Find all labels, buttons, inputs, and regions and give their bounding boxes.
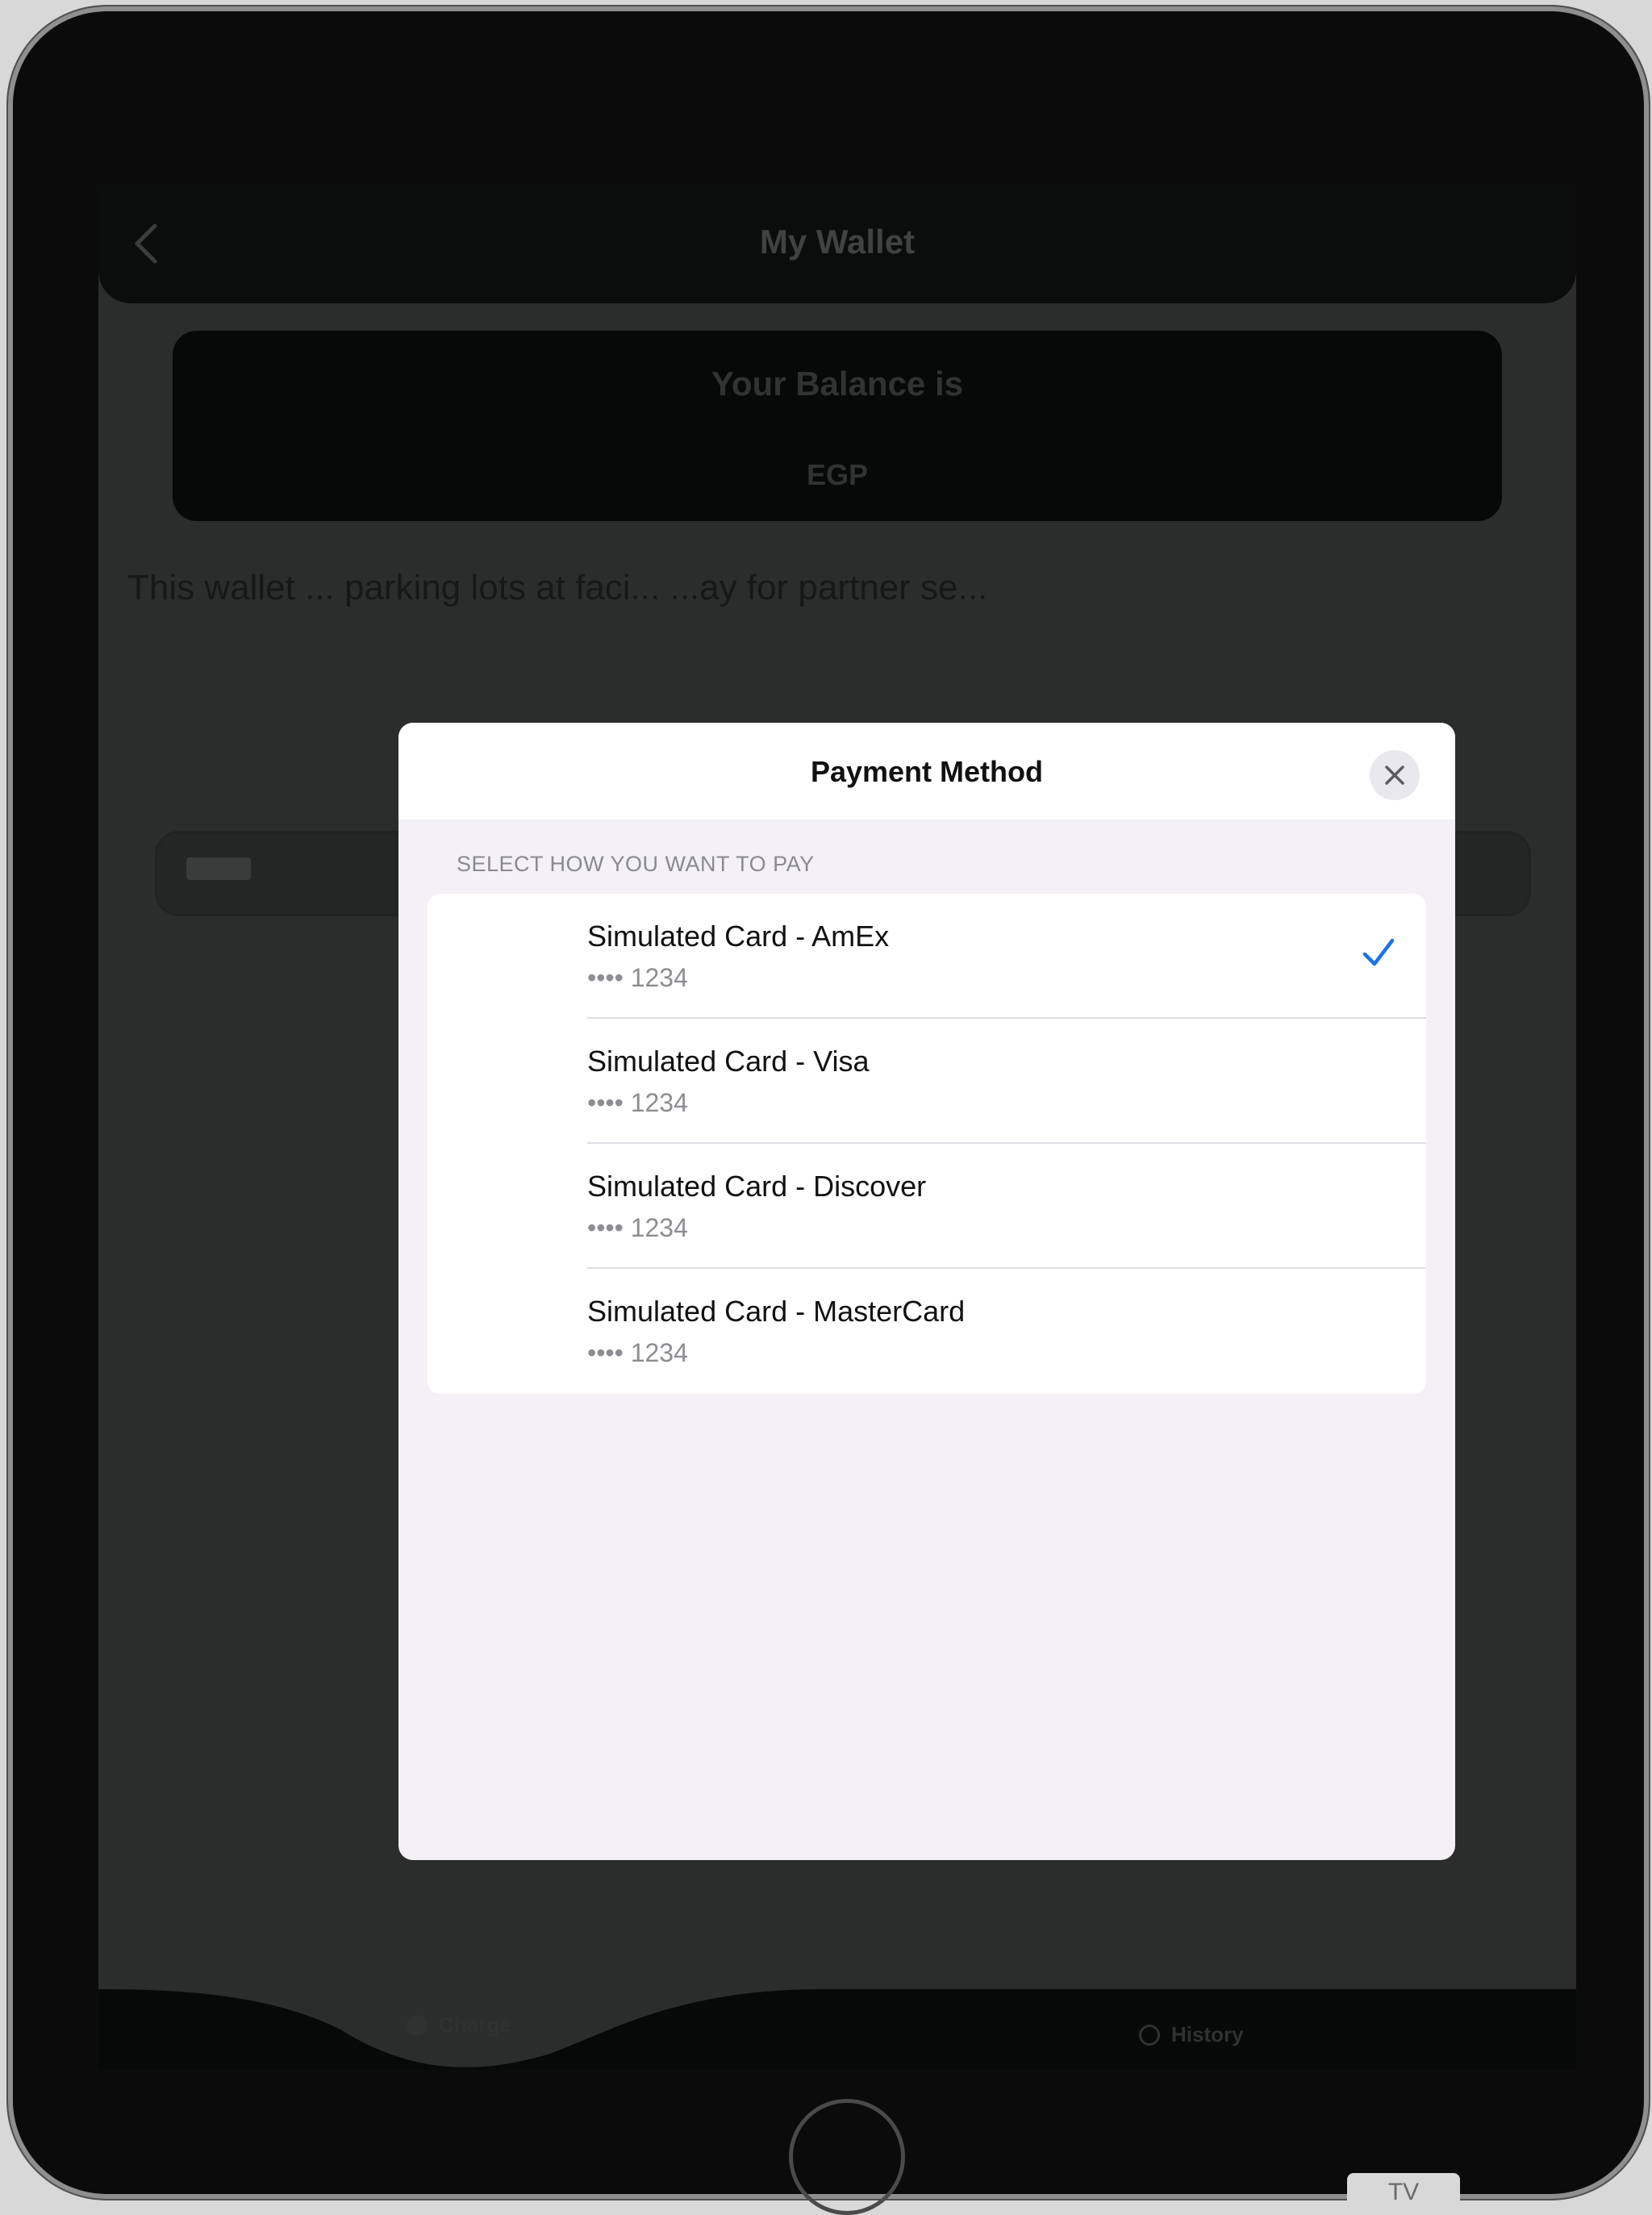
tab-charge[interactable]: Charge — [407, 2013, 511, 2038]
close-icon — [1385, 765, 1404, 785]
card-number: •••• 1234 — [587, 1088, 688, 1117]
home-button[interactable] — [789, 2099, 905, 2215]
sheet-title: Payment Method — [810, 755, 1044, 788]
tab-history-label: History — [1171, 2022, 1244, 2046]
card-row-amex[interactable]: Simulated Card - AmEx •••• 1234 — [428, 894, 1426, 1019]
ipad-frame: My Wallet Your Balance is EGP This walle… — [8, 6, 1649, 2215]
app-screen: My Wallet Your Balance is EGP This walle… — [98, 186, 1576, 2070]
checkmark-icon — [1362, 938, 1395, 966]
card-row-discover[interactable]: Simulated Card - Discover •••• 1234 — [428, 1144, 1426, 1269]
tab-bar-wave — [98, 1989, 1576, 2070]
corner-tag: TV — [1347, 2173, 1460, 2205]
card-name: Simulated Card - Discover — [587, 1170, 927, 1203]
app-header: My Wallet — [98, 186, 1576, 303]
card-list: Simulated Card - AmEx •••• 1234 Simulate… — [428, 894, 1426, 1394]
card-number: •••• 1234 — [587, 1338, 688, 1367]
charge-icon — [407, 2014, 428, 2036]
close-button[interactable] — [1370, 750, 1420, 800]
balance-card: Your Balance is EGP — [173, 331, 1502, 521]
balance-currency: EGP — [806, 458, 869, 491]
input-placeholder-chip — [186, 857, 251, 880]
tab-history[interactable]: History — [1139, 2022, 1244, 2047]
card-name: Simulated Card - MasterCard — [587, 1295, 966, 1328]
payment-method-sheet: Payment Method SELECT HOW YOU WANT TO PA… — [398, 723, 1455, 1860]
balance-label: Your Balance is — [711, 365, 963, 403]
card-row-mastercard[interactable]: Simulated Card - MasterCard •••• 1234 — [428, 1269, 1426, 1394]
wallet-description: This wallet ... parking lots at faci... … — [127, 568, 988, 607]
history-icon — [1139, 2024, 1160, 2046]
card-name: Simulated Card - Visa — [587, 1045, 870, 1078]
card-row-visa[interactable]: Simulated Card - Visa •••• 1234 — [428, 1019, 1426, 1144]
page-title: My Wallet — [759, 223, 916, 261]
card-number: •••• 1234 — [587, 1213, 688, 1242]
section-label: SELECT HOW YOU WANT TO PAY — [457, 852, 815, 876]
card-name: Simulated Card - AmEx — [587, 920, 890, 953]
card-number: •••• 1234 — [587, 963, 688, 992]
sheet-header: Payment Method — [398, 723, 1455, 820]
tab-charge-label: Charge — [439, 2013, 511, 2037]
